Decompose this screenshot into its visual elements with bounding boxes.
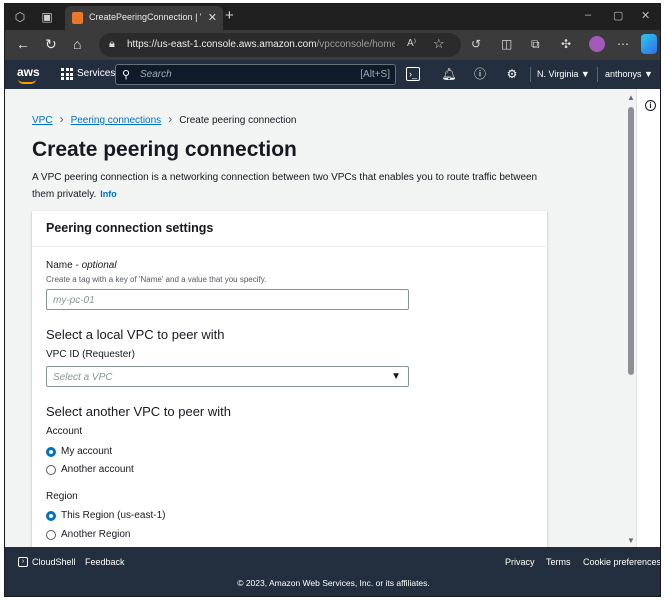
services-grid-icon[interactable] [61,68,73,80]
workspaces-icon[interactable]: ⬡ [12,9,28,25]
back-icon[interactable]: ← [16,36,30,52]
settings-gear-icon[interactable]: ⚙ [504,66,520,82]
scrollbar-thumb[interactable] [628,107,634,375]
lock-icon[interactable]: 🔒︎ [109,38,115,51]
breadcrumb-current: Create peering connection [179,115,297,126]
name-label-text: Name - [46,260,82,271]
aws-logo[interactable]: aws [17,65,40,79]
extensions-icon[interactable]: ✣ [561,37,571,51]
restore-icon[interactable]: ▢ [613,9,623,22]
profile-avatar[interactable] [589,36,605,52]
aws-logo-smile [18,79,36,84]
radio-selected-icon [46,511,56,521]
split-screen-icon[interactable]: ◫ [501,37,512,51]
local-vpc-heading: Select a local VPC to peer with [46,327,225,342]
caret-down-icon: ▼ [391,371,401,382]
favorite-star-icon[interactable]: ☆ [433,36,445,52]
search-icon: ⚲ [122,69,131,81]
new-tab-icon[interactable]: + [225,7,234,24]
more-icon[interactable]: ⋯ [617,37,629,51]
radio-label: Another Region [61,529,131,540]
breadcrumb: VPC › Peering connections › Create peering c… [32,112,297,126]
help-side-panel: i [636,89,660,547]
copyright-text: © 2023, Amazon Web Services, Inc. or its… [237,578,430,588]
minimize-icon[interactable]: – [585,9,591,21]
read-aloud-icon[interactable]: A⁾ [407,38,416,49]
close-tab-icon[interactable]: ✕ [208,11,217,24]
url-domain: https://us-east-1.console.aws.amazon.com [127,39,317,50]
cookie-preferences-link[interactable]: Cookie preferences [583,557,660,567]
browser-window: ⬡ ▣ CreatePeeringConnection | VPC C ✕ + … [4,3,661,597]
radio-label: My account [61,446,113,457]
aws-header: aws Services ⚲ Search [Alt+S] ›_ 🔔︎ ⓘ ⚙ … [5,60,660,89]
radio-label: Another account [61,464,134,475]
panel-title: Peering connection settings [46,221,214,235]
search-placeholder: Search [140,69,172,80]
vpc-select-placeholder: Select a VPC [53,372,113,383]
collections-icon[interactable]: ⧉ [531,37,540,52]
notifications-bell-icon[interactable]: 🔔︎ [441,66,457,82]
chevron-right-icon: › [59,112,64,126]
console-search-input[interactable]: ⚲ Search [Alt+S] [115,64,396,85]
refresh-icon[interactable]: ↻ [45,36,57,52]
name-input[interactable]: my-pc-01 [46,289,409,310]
page-title: Create peering connection [32,138,297,161]
tab-actions-icon[interactable]: ▣ [39,9,55,25]
vpc-select[interactable]: Select a VPC ▼ [46,366,409,387]
url-field[interactable]: 🔒︎ https://us-east-1.console.aws.amazon.… [99,33,461,57]
radio-unselected-icon [46,465,56,475]
address-bar-row: ← ↻ ⌂ 🔒︎ https://us-east-1.console.aws.a… [5,30,660,60]
home-icon[interactable]: ⌂ [73,36,81,52]
url-text: https://us-east-1.console.aws.amazon.com… [127,39,395,50]
tab-strip: ⬡ ▣ CreatePeeringConnection | VPC C ✕ + … [5,4,660,30]
scroll-up-icon[interactable]: ▲ [627,93,635,102]
privacy-link[interactable]: Privacy [505,557,535,567]
name-placeholder: my-pc-01 [53,295,95,306]
chevron-right-icon: › [168,112,173,126]
info-panel-icon[interactable]: i [645,100,656,111]
cloudshell-link[interactable]: CloudShell [32,557,76,567]
info-link[interactable]: Info [100,189,117,199]
page-description: A VPC peering connection is a networking… [32,170,542,203]
account-menu[interactable]: anthonys ▼ [605,69,653,79]
breadcrumb-vpc[interactable]: VPC [32,115,53,126]
vpc-id-label: VPC ID (Requester) [46,349,135,360]
aws-favicon-icon [72,12,83,24]
help-icon[interactable]: ⓘ [472,66,488,82]
copilot-icon[interactable] [641,34,657,54]
url-path: /vpcconsole/home?regi... [316,39,395,50]
scroll-down-icon[interactable]: ▼ [627,536,635,545]
tab-title: CreatePeeringConnection | VPC C [89,12,201,22]
close-window-icon[interactable]: ✕ [641,9,650,22]
header-divider [597,67,598,82]
cloudshell-icon[interactable]: › [18,557,28,567]
breadcrumb-peering-connections[interactable]: Peering connections [71,115,162,126]
another-vpc-heading: Select another VPC to peer with [46,404,231,419]
name-label: Name - optional [46,260,117,271]
account-label: Account [46,426,83,437]
radio-label: This Region (us-east-1) [61,510,166,521]
radio-unselected-icon [46,530,56,540]
terms-link[interactable]: Terms [546,557,571,567]
cloudshell-icon[interactable]: ›_ [406,67,420,81]
console-footer: › CloudShell Feedback Privacy Terms Cook… [5,547,660,596]
region-label: Region [46,491,78,502]
page-scrollbar[interactable]: ▲ ▼ [626,89,636,547]
browser-tab[interactable]: CreatePeeringConnection | VPC C ✕ [65,6,223,30]
main-content: VPC › Peering connections › Create peering c… [5,89,626,547]
search-shortcut: [Alt+S] [360,69,390,80]
refresh-sidebar-icon[interactable]: ↺ [471,37,481,51]
peering-settings-panel: Peering connection settings Name - optio… [32,211,547,547]
panel-header: Peering connection settings [32,211,547,247]
services-button[interactable]: Services [77,68,115,79]
header-divider [530,67,531,82]
radio-selected-icon [46,447,56,457]
optional-tag: optional [81,260,117,271]
feedback-link[interactable]: Feedback [85,557,125,567]
region-selector[interactable]: N. Virginia ▼ [537,69,590,79]
name-help-text: Create a tag with a key of 'Name' and a … [46,275,267,284]
